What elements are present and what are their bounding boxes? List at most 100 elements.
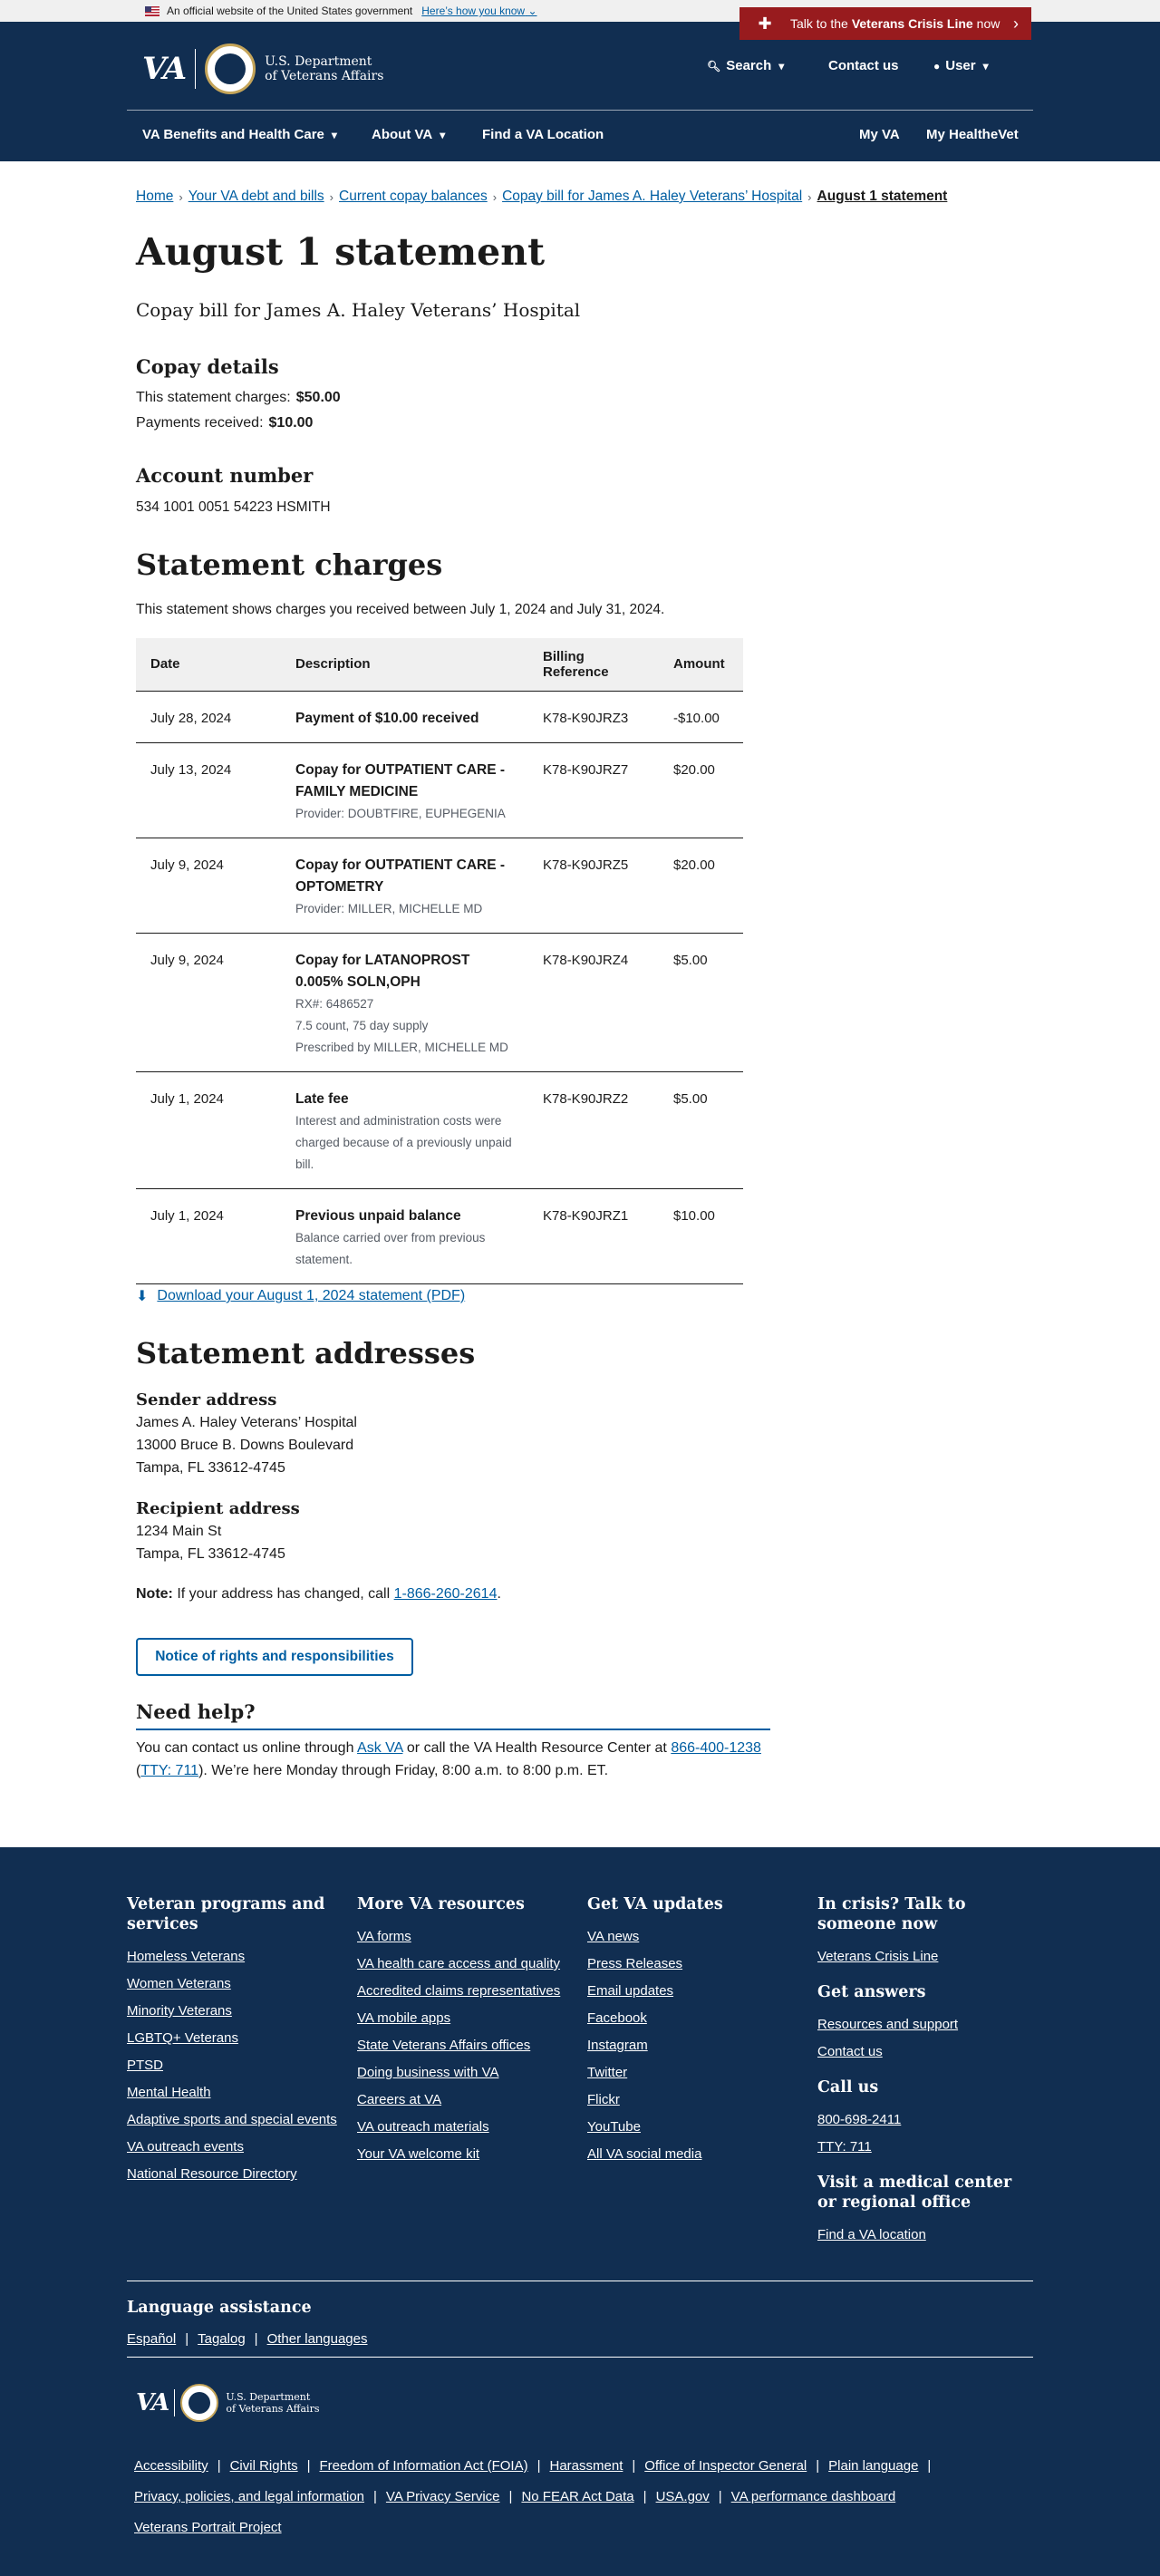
menu-find-location[interactable]: Find a VA Location xyxy=(482,127,604,142)
va-wordmark: VA xyxy=(142,51,187,87)
charge-amount: $20.00 xyxy=(659,838,743,934)
footer-tty-link[interactable]: TTY: 711 xyxy=(817,2139,1035,2155)
footer-resources-support-link[interactable]: Resources and support xyxy=(817,2017,1035,2032)
contact-us-label: Contact us xyxy=(828,58,899,73)
breadcrumb-copay-balances[interactable]: Current copay balances xyxy=(339,189,488,205)
charge-detail: Balance carried over from previous state… xyxy=(295,1230,486,1266)
footer-phone-link[interactable]: 800-698-2411 xyxy=(817,2112,1035,2127)
chevron-right-icon: › xyxy=(492,189,498,204)
download-statement-label[interactable]: Download your August 1, 2024 statement (… xyxy=(157,1288,465,1304)
user-menu-button[interactable]: ● User ▾ xyxy=(933,58,989,73)
charge-description: Copay for OUTPATIENT CARE - OPTOMETRY Pro… xyxy=(281,838,528,934)
footer-legal-link[interactable]: Civil Rights xyxy=(230,2458,298,2474)
breadcrumb-copay-bill[interactable]: Copay bill for James A. Haley Veterans’ … xyxy=(502,189,802,205)
footer-link[interactable]: Flickr xyxy=(587,2092,805,2107)
footer-legal-link[interactable]: USA.gov xyxy=(656,2489,710,2504)
footer-legal-link[interactable]: Privacy, policies, and legal information xyxy=(134,2489,364,2504)
breadcrumb-current[interactable]: August 1 statement xyxy=(817,189,948,205)
link-separator: | xyxy=(536,2458,541,2474)
address-change-phone-link[interactable]: 1-866-260-2614 xyxy=(394,1586,498,1602)
footer-link[interactable]: LGBTQ+ Veterans xyxy=(127,2030,344,2046)
footer-updates-heading: Get VA updates xyxy=(587,1895,723,1913)
language-other-link[interactable]: Other languages xyxy=(267,2331,368,2347)
language-links: Español | Tagalog | Other languages xyxy=(127,2331,368,2347)
footer-legal-link[interactable]: Veterans Portrait Project xyxy=(134,2520,282,2535)
footer-link[interactable]: Women Veterans xyxy=(127,1976,344,1991)
health-resource-center-phone-link[interactable]: 866-400-1238 xyxy=(671,1740,761,1756)
footer-contact-us-link[interactable]: Contact us xyxy=(817,2044,1035,2059)
footer-link[interactable]: Email updates xyxy=(587,1983,805,1999)
footer-link[interactable]: YouTube xyxy=(587,2119,805,2135)
charge-date: July 1, 2024 xyxy=(136,1188,281,1284)
footer-link[interactable]: National Resource Directory xyxy=(127,2166,344,2182)
search-button[interactable]: 🔍︎ Search ▾ xyxy=(707,58,784,73)
column-header-billing-reference: Billing Reference xyxy=(528,638,659,692)
breadcrumb-home[interactable]: Home xyxy=(136,189,173,205)
chevron-right-icon: › xyxy=(807,189,812,204)
charge-billing-reference: K78-K90JRZ1 xyxy=(528,1188,659,1284)
footer-link[interactable]: All VA social media xyxy=(587,2146,805,2162)
payments-received-row: Payments received: $10.00 xyxy=(136,415,313,431)
footer-legal-link[interactable]: Harassment xyxy=(550,2458,624,2474)
footer-link[interactable]: Careers at VA xyxy=(357,2092,575,2107)
footer-crisis-line-link[interactable]: Veterans Crisis Line xyxy=(817,1949,1035,1964)
notice-of-rights-button[interactable]: Notice of rights and responsibilities xyxy=(136,1638,413,1676)
ask-va-link[interactable]: Ask VA xyxy=(357,1740,402,1756)
footer-link[interactable]: Twitter xyxy=(587,2065,805,2080)
footer-link[interactable]: VA health care access and quality xyxy=(357,1956,575,1971)
footer-link[interactable]: Your VA welcome kit xyxy=(357,2146,575,2162)
link-separator: | xyxy=(373,2489,377,2504)
footer-link[interactable]: Doing business with VA xyxy=(357,2065,575,2080)
footer-legal-link[interactable]: No FEAR Act Data xyxy=(521,2489,633,2504)
footer-link[interactable]: State Veterans Affairs offices xyxy=(357,2038,575,2053)
contact-us-link[interactable]: Contact us xyxy=(828,58,899,73)
footer-link[interactable]: Minority Veterans xyxy=(127,2003,344,2019)
veterans-crisis-line-button[interactable]: ✚ Talk to the Veterans Crisis Line now › xyxy=(740,7,1031,40)
charge-detail: Interest and administration costs were c… xyxy=(295,1113,512,1171)
footer-link[interactable]: VA outreach materials xyxy=(357,2119,575,2135)
footer-link[interactable]: VA news xyxy=(587,1929,805,1944)
language-espanol-link[interactable]: Español xyxy=(127,2331,176,2347)
menu-my-va[interactable]: My VA xyxy=(859,127,900,142)
footer-find-location-link[interactable]: Find a VA location xyxy=(817,2227,1035,2242)
footer-link[interactable]: Homeless Veterans xyxy=(127,1949,344,1964)
download-statement-link[interactable]: ⬇ Download your August 1, 2024 statement… xyxy=(136,1287,465,1305)
footer-link[interactable]: Mental Health xyxy=(127,2085,344,2100)
footer-va-logo[interactable]: VA U.S. Department of Veterans Affairs xyxy=(136,2384,319,2422)
menu-about-va[interactable]: About VA ▾ xyxy=(372,127,445,142)
footer-link[interactable]: Facebook xyxy=(587,2010,805,2026)
footer-legal-link[interactable]: Accessibility xyxy=(134,2458,208,2474)
footer-legal-link[interactable]: Plain language xyxy=(828,2458,918,2474)
footer-link[interactable]: Press Releases xyxy=(587,1956,805,1971)
footer-link[interactable]: PTSD xyxy=(127,2058,344,2073)
chevron-down-icon: ⌄ xyxy=(527,5,537,17)
charges-table: Date Description Billing Reference Amoun… xyxy=(136,638,743,1284)
footer-legal-link[interactable]: VA Privacy Service xyxy=(386,2489,500,2504)
chevron-down-icon: ▾ xyxy=(331,128,337,141)
tty-link[interactable]: TTY: 711 xyxy=(140,1763,198,1778)
link-separator: | xyxy=(306,2458,311,2474)
footer-link[interactable]: Instagram xyxy=(587,2038,805,2053)
sender-line-2: 13000 Bruce B. Downs Boulevard xyxy=(136,1438,354,1453)
footer-link[interactable]: VA forms xyxy=(357,1929,575,1944)
menu-my-healthevet[interactable]: My HealtheVet xyxy=(926,127,1019,142)
statement-charges-heading: Statement charges xyxy=(136,547,443,582)
language-tagalog-link[interactable]: Tagalog xyxy=(198,2331,246,2347)
footer-legal-link[interactable]: Freedom of Information Act (FOIA) xyxy=(320,2458,528,2474)
footer-legal-link[interactable]: VA performance dashboard xyxy=(731,2489,896,2504)
va-logo[interactable]: VA U.S. Department of Veterans Affairs xyxy=(142,44,383,94)
breadcrumb-debt-and-bills[interactable]: Your VA debt and bills xyxy=(188,189,324,205)
page-subtitle: Copay bill for James A. Haley Veterans’ … xyxy=(136,299,581,321)
charge-description: Payment of $10.00 received xyxy=(281,691,528,743)
note-text: If your address has changed, call xyxy=(177,1586,391,1602)
menu-benefits-health-care[interactable]: VA Benefits and Health Care ▾ xyxy=(142,127,337,142)
footer-link[interactable]: VA mobile apps xyxy=(357,2010,575,2026)
footer-link[interactable]: Adaptive sports and special events xyxy=(127,2112,344,2127)
footer-legal-link[interactable]: Office of Inspector General xyxy=(644,2458,807,2474)
heres-how-you-know-link[interactable]: Here’s how you know ⌄ xyxy=(421,5,536,17)
footer-column-resources: More VA resources VA forms VA health care… xyxy=(357,1894,575,2174)
footer-link[interactable]: Accredited claims representatives xyxy=(357,1983,575,1999)
charge-detail: Prescribed by MILLER, MICHELLE MD xyxy=(295,1040,508,1054)
footer-link[interactable]: VA outreach events xyxy=(127,2139,344,2155)
sender-address-label: Sender address xyxy=(136,1390,277,1409)
